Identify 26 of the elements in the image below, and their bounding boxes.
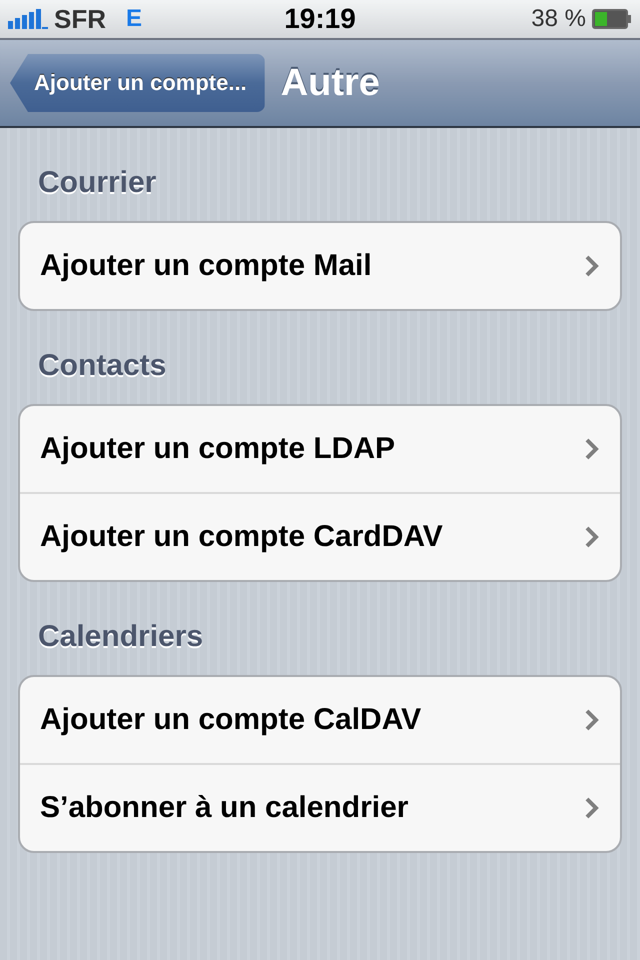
- chevron-icon: [584, 525, 600, 549]
- signal-icon: [8, 9, 48, 29]
- chevron-icon: [584, 254, 600, 278]
- row-label: Ajouter un compte CalDAV: [40, 703, 422, 737]
- row-label: S’abonner à un calendrier: [40, 791, 410, 825]
- row-label: Ajouter un compte LDAP: [40, 432, 396, 466]
- list-row[interactable]: Ajouter un compte Mail: [20, 223, 620, 309]
- row-label: Ajouter un compte Mail: [40, 249, 373, 283]
- section-header: Courrier: [37, 165, 156, 201]
- battery-icon: [592, 9, 632, 29]
- carrier-name: SFR: [54, 4, 106, 34]
- chevron-icon: [584, 437, 600, 461]
- list-row[interactable]: S’abonner à un calendrier: [20, 763, 620, 851]
- list-row[interactable]: Ajouter un compte LDAP: [20, 406, 620, 492]
- chevron-icon: [584, 708, 600, 732]
- section-header: Contacts: [37, 348, 166, 384]
- network-type: E: [126, 5, 142, 33]
- back-button[interactable]: Ajouter un compte...: [10, 54, 265, 112]
- chevron-icon: [584, 796, 600, 820]
- list-row[interactable]: Ajouter un compte CardDAV: [20, 492, 620, 580]
- clock: 19:19: [284, 3, 356, 34]
- list-row[interactable]: Ajouter un compte CalDAV: [20, 677, 620, 763]
- section-header: Calendriers: [37, 619, 204, 655]
- row-label: Ajouter un compte CardDAV: [40, 520, 444, 554]
- battery-percent: 38 %: [531, 5, 586, 33]
- page-title: Autre: [280, 62, 380, 104]
